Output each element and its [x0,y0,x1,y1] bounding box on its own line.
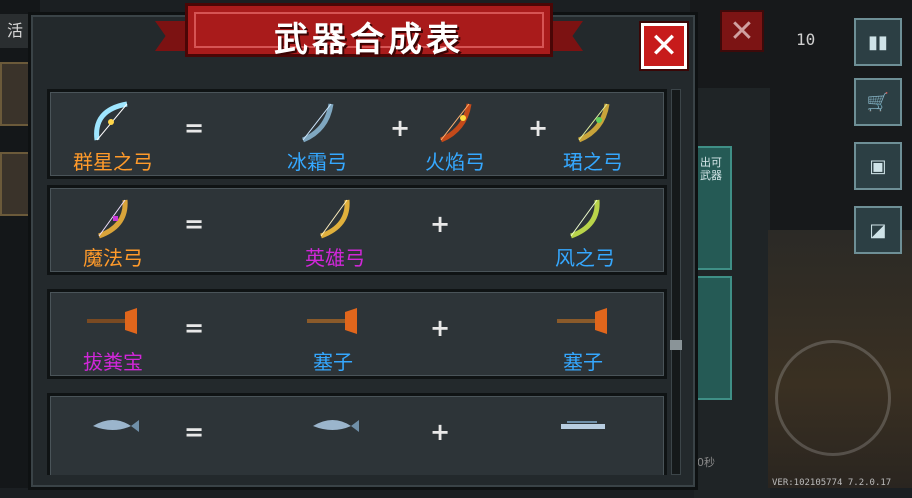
ingredient[interactable]: 冰霜弓 [262,92,372,176]
ingredient-name: 风之弓 [555,246,615,270]
ingredient[interactable]: 塞子 [528,292,638,376]
starry-bow-icon [94,101,128,141]
background-close-icon[interactable]: ✕ [720,10,764,52]
ingredient[interactable]: 塞子 [278,292,388,376]
ingredient-name: 珺之弓 [563,150,623,174]
recipe-row: = + [47,393,667,475]
flame-bow-icon [439,103,472,143]
plus-sign: + [430,418,451,446]
pause-icon[interactable]: ▮▮ [854,18,902,66]
scroll-thumb[interactable] [670,340,682,350]
hero-bow-icon [320,199,350,239]
ingredient-name: 塞子 [313,350,353,374]
ingredient[interactable]: 英雄弓 [280,188,390,272]
fish-icon [313,420,359,432]
recipe-scrollbar[interactable] [670,89,682,475]
exit-icon[interactable]: ◪ [854,206,902,254]
title-banner: 武器合成表 [155,3,583,60]
version-text: VER:102105774 7.2.0.17 [772,478,892,488]
equals-sign: = [184,210,205,238]
equals-sign: = [184,114,205,142]
plus-sign: + [430,314,451,342]
close-icon: ✕ [649,26,679,66]
result-name: 魔法弓 [83,246,143,270]
recipe-row: 魔法弓 = 英雄弓 + 风之弓 [47,185,667,275]
frost-bow-icon [301,103,334,143]
recipe-result[interactable]: 拔粪宝 [58,292,168,376]
jun-bow-icon [577,103,610,143]
attack-joystick[interactable] [775,340,891,456]
shop-cart-icon[interactable]: 🛒 [854,78,902,126]
close-button[interactable]: ✕ [639,21,689,71]
recipe-row: 拔粪宝 = 塞子 + 塞子 [47,289,667,379]
ingredient-name: 火焰弓 [425,150,485,174]
recipe-result[interactable]: 魔法弓 [58,188,168,272]
plunger-icon [307,308,357,334]
result-name: 拔粪宝 [83,350,143,374]
plus-sign: + [430,210,451,238]
banner-body: 武器合成表 [185,3,553,60]
ingredient[interactable] [278,396,388,475]
recipe-result[interactable]: 群星之弓 [58,92,168,176]
result-name: 群星之弓 [73,150,153,174]
dialog-title: 武器合成表 [274,20,464,60]
equals-sign: = [184,418,205,446]
magic-bow-icon [98,199,128,239]
ingredient-name: 冰霜弓 [287,150,347,174]
ingredient-name: 塞子 [563,350,603,374]
left-tab[interactable]: 活 [0,14,30,48]
ingredient[interactable]: 珺之弓 [538,92,648,176]
ingredient[interactable]: 风之弓 [530,188,640,272]
ingredient[interactable]: 火焰弓 [400,92,510,176]
equals-sign: = [184,314,205,342]
level-indicator: 10 [796,30,816,49]
fish-blade-icon [561,421,605,429]
recipe-result[interactable] [58,396,168,475]
recipe-row: 群星之弓 = 冰霜弓 + 火焰弓 + 珺之弓 [47,89,667,179]
sold-weapon-label: 出可 武器 [700,156,722,182]
plunger-icon [557,308,607,334]
recipe-list[interactable]: 群星之弓 = 冰霜弓 + 火焰弓 + 珺之弓 魔法弓 = 英雄弓 + 风之弓 拔… [47,89,669,475]
weapon-synthesis-dialog: 武器合成表 ✕ 群星之弓 = 冰霜弓 + 火焰弓 + 珺之弓 魔法弓 = 英雄弓… [28,3,698,490]
ingredient[interactable] [528,396,638,475]
plunger-weapon-icon [87,308,137,334]
wind-bow-icon [570,199,600,239]
ingredient-name: 英雄弓 [305,246,365,270]
fish-weapon-icon [93,420,139,432]
chat-icon[interactable]: ▣ [854,142,902,190]
shop-item-slot[interactable] [694,276,732,400]
